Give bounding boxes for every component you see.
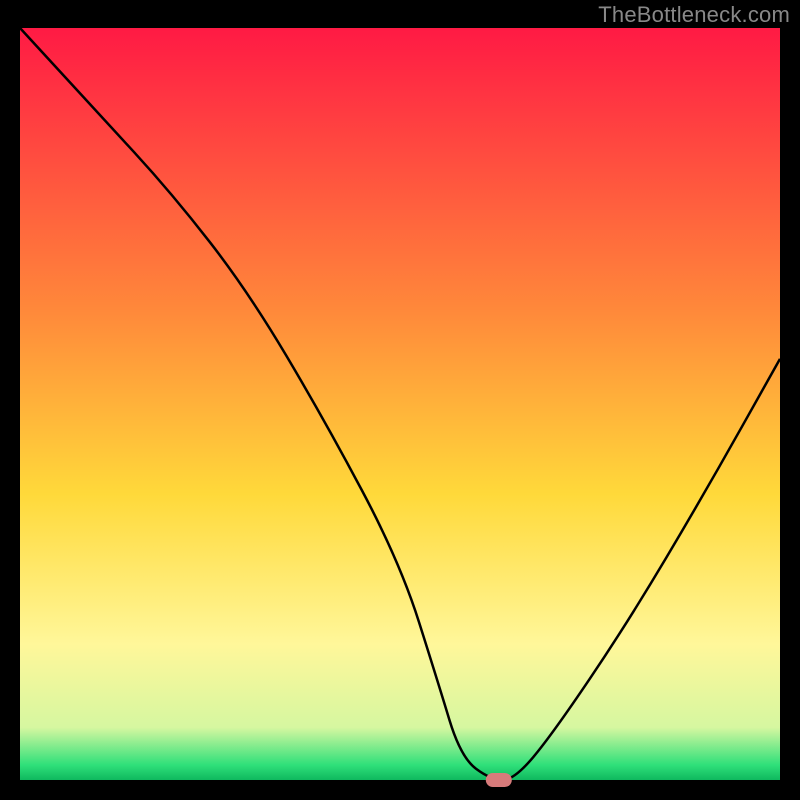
- optimal-marker: [486, 773, 512, 787]
- chart-container: TheBottleneck.com: [0, 0, 800, 800]
- bottleneck-chart: [0, 0, 800, 800]
- attribution-text: TheBottleneck.com: [598, 2, 790, 28]
